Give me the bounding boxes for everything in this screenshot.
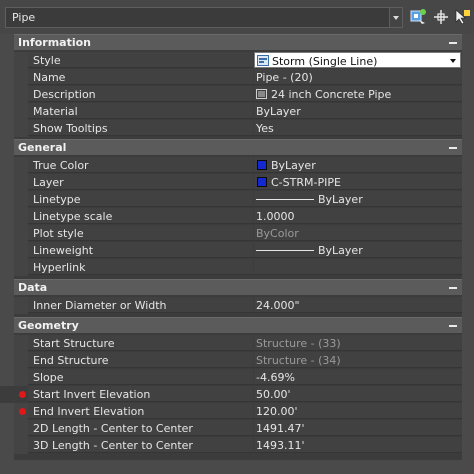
property-value: Storm (Single Line) [272, 55, 378, 68]
toggle-pickadd-icon[interactable] [452, 7, 472, 27]
property-label: Start Structure [33, 337, 115, 350]
property-row-show-tooltips[interactable]: Show Tooltips Yes [14, 120, 462, 137]
modified-marker-icon [19, 408, 26, 415]
property-value: 24.000" [256, 299, 300, 312]
properties-palette: Information Style Storm (Single Line) Na… [0, 34, 462, 460]
property-label: End Structure [33, 354, 109, 367]
property-row-style[interactable]: Style Storm (Single Line) [14, 52, 462, 69]
property-label: Description [33, 88, 96, 101]
property-label: Style [33, 54, 61, 67]
property-row-plot-style[interactable]: Plot style ByColor [14, 225, 462, 242]
property-value: -4.69% [256, 371, 295, 384]
property-label: Material [33, 105, 78, 118]
property-label: 2D Length - Center to Center [33, 422, 193, 435]
property-label: Hyperlink [33, 261, 86, 274]
property-value: Yes [256, 122, 274, 135]
property-value: ByColor [256, 227, 299, 240]
property-value: Structure - (33) [256, 337, 341, 350]
property-label: Name [33, 71, 66, 84]
property-label: Linetype scale [33, 210, 113, 223]
property-value: Pipe - (20) [256, 71, 313, 84]
collapse-icon[interactable] [449, 42, 457, 44]
property-value: Structure - (34) [256, 354, 341, 367]
property-label: 3D Length - Center to Center [33, 439, 193, 452]
property-row-start-invert-elevation[interactable]: Start Invert Elevation 50.00' [0, 386, 462, 403]
toolbar: Pipe [0, 0, 474, 34]
property-label: Inner Diameter or Width [33, 299, 167, 312]
property-row-true-color[interactable]: True Color ByLayer [14, 157, 462, 174]
select-objects-icon[interactable] [431, 7, 451, 27]
property-row-2d-length[interactable]: 2D Length - Center to Center 1491.47' [14, 420, 462, 437]
property-value: ByLayer [318, 193, 363, 206]
style-dropdown[interactable]: Storm (Single Line) [254, 52, 461, 68]
object-type-selector[interactable]: Pipe [5, 7, 403, 28]
section-title: General [18, 141, 67, 154]
property-row-start-structure[interactable]: Start Structure Structure - (33) [14, 335, 462, 352]
property-row-description[interactable]: Description 24 inch Concrete Pipe [14, 86, 462, 103]
property-value: 120.00' [256, 405, 298, 418]
property-value: ByLayer [318, 244, 363, 257]
chevron-down-icon[interactable] [389, 8, 402, 27]
section-title: Data [18, 281, 48, 294]
color-swatch [257, 160, 267, 170]
pipe-style-icon [257, 55, 269, 66]
property-label: Start Invert Elevation [33, 388, 151, 401]
section-header-information[interactable]: Information [14, 34, 462, 50]
collapse-icon[interactable] [449, 147, 457, 149]
modified-marker-icon [19, 391, 26, 398]
property-value: C-STRM-PIPE [271, 176, 341, 189]
chevron-down-icon[interactable] [448, 53, 458, 67]
property-label: End Invert Elevation [33, 405, 145, 418]
color-swatch [257, 177, 267, 187]
property-label: Show Tooltips [33, 122, 108, 135]
property-label: Lineweight [33, 244, 94, 257]
lineweight-preview [256, 250, 314, 251]
property-value: 1493.11' [256, 439, 305, 452]
quick-select-icon[interactable] [409, 7, 429, 27]
property-label: Linetype [33, 193, 81, 206]
property-row-material[interactable]: Material ByLayer [14, 103, 462, 120]
section-header-general[interactable]: General [14, 139, 462, 155]
property-row-slope[interactable]: Slope -4.69% [14, 369, 462, 386]
section-title: Information [18, 36, 91, 49]
description-icon [256, 89, 267, 99]
property-row-linetype-scale[interactable]: Linetype scale 1.0000 [14, 208, 462, 225]
property-row-lineweight[interactable]: Lineweight ByLayer [14, 242, 462, 259]
section-title: Geometry [18, 319, 79, 332]
property-row-end-invert-elevation[interactable]: End Invert Elevation 120.00' [14, 403, 462, 420]
property-row-3d-length[interactable]: 3D Length - Center to Center 1493.11' [14, 437, 462, 454]
property-row-name[interactable]: Name Pipe - (20) [14, 69, 462, 86]
property-value: ByLayer [271, 159, 316, 172]
property-row-linetype[interactable]: Linetype ByLayer [14, 191, 462, 208]
property-label: Plot style [33, 227, 84, 240]
section-header-data[interactable]: Data [14, 279, 462, 295]
collapse-icon[interactable] [449, 287, 457, 289]
property-row-inner-diameter[interactable]: Inner Diameter or Width 24.000" [14, 297, 462, 314]
property-row-end-structure[interactable]: End Structure Structure - (34) [14, 352, 462, 369]
section-header-geometry[interactable]: Geometry [14, 317, 462, 333]
property-row-hyperlink[interactable]: Hyperlink [14, 259, 462, 276]
property-value: 1.0000 [256, 210, 295, 223]
property-label: True Color [33, 159, 89, 172]
property-value: 1491.47' [256, 422, 305, 435]
property-value: ByLayer [256, 105, 301, 118]
linetype-preview [256, 199, 314, 200]
property-label: Layer [33, 176, 64, 189]
property-label: Slope [33, 371, 64, 384]
object-type-value: Pipe [12, 11, 36, 24]
property-value: 50.00' [256, 388, 291, 401]
collapse-icon[interactable] [449, 325, 457, 327]
property-value: 24 inch Concrete Pipe [271, 88, 392, 101]
property-row-layer[interactable]: Layer C-STRM-PIPE [14, 174, 462, 191]
